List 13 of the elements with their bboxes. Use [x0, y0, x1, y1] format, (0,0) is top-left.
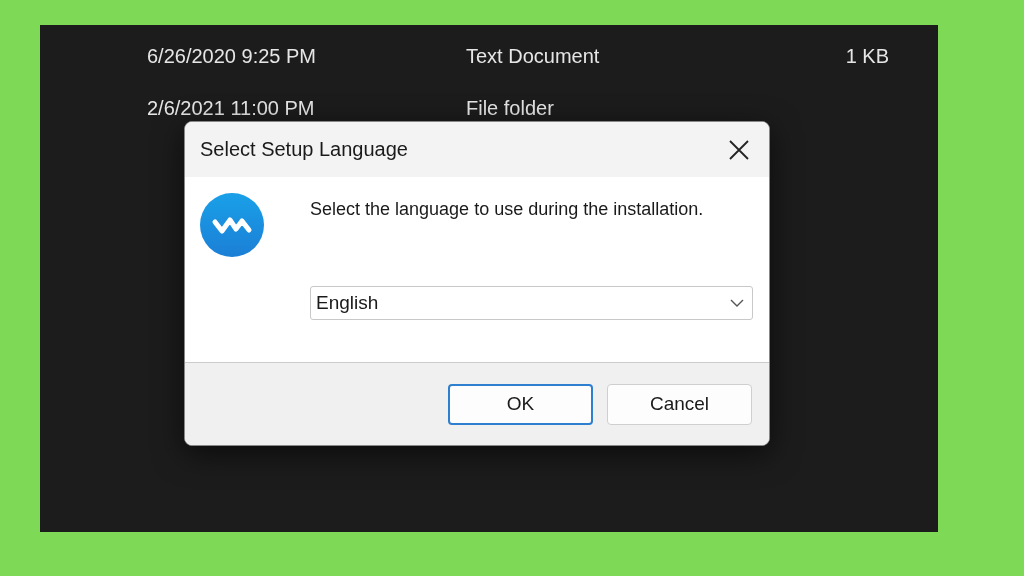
close-icon[interactable] — [729, 139, 749, 160]
instruction-text: Select the language to use during the installation. — [310, 199, 705, 220]
ok-button[interactable]: OK — [448, 383, 593, 425]
date-modified-text: 2/6/2021 11:00 PM — [147, 96, 316, 120]
file-type-text: Text Document — [466, 44, 601, 68]
date-modified-text: 6/26/2020 9:25 PM — [147, 44, 317, 68]
file-size-text: 1 KB — [844, 44, 889, 68]
chevron-down-icon — [730, 299, 744, 307]
file-type-text: File folder — [466, 96, 555, 120]
app-logo-icon — [200, 193, 264, 257]
dialog-title: Select Setup Language — [200, 138, 408, 161]
language-dropdown[interactable]: English — [310, 286, 753, 320]
cancel-button[interactable]: Cancel — [607, 383, 752, 425]
